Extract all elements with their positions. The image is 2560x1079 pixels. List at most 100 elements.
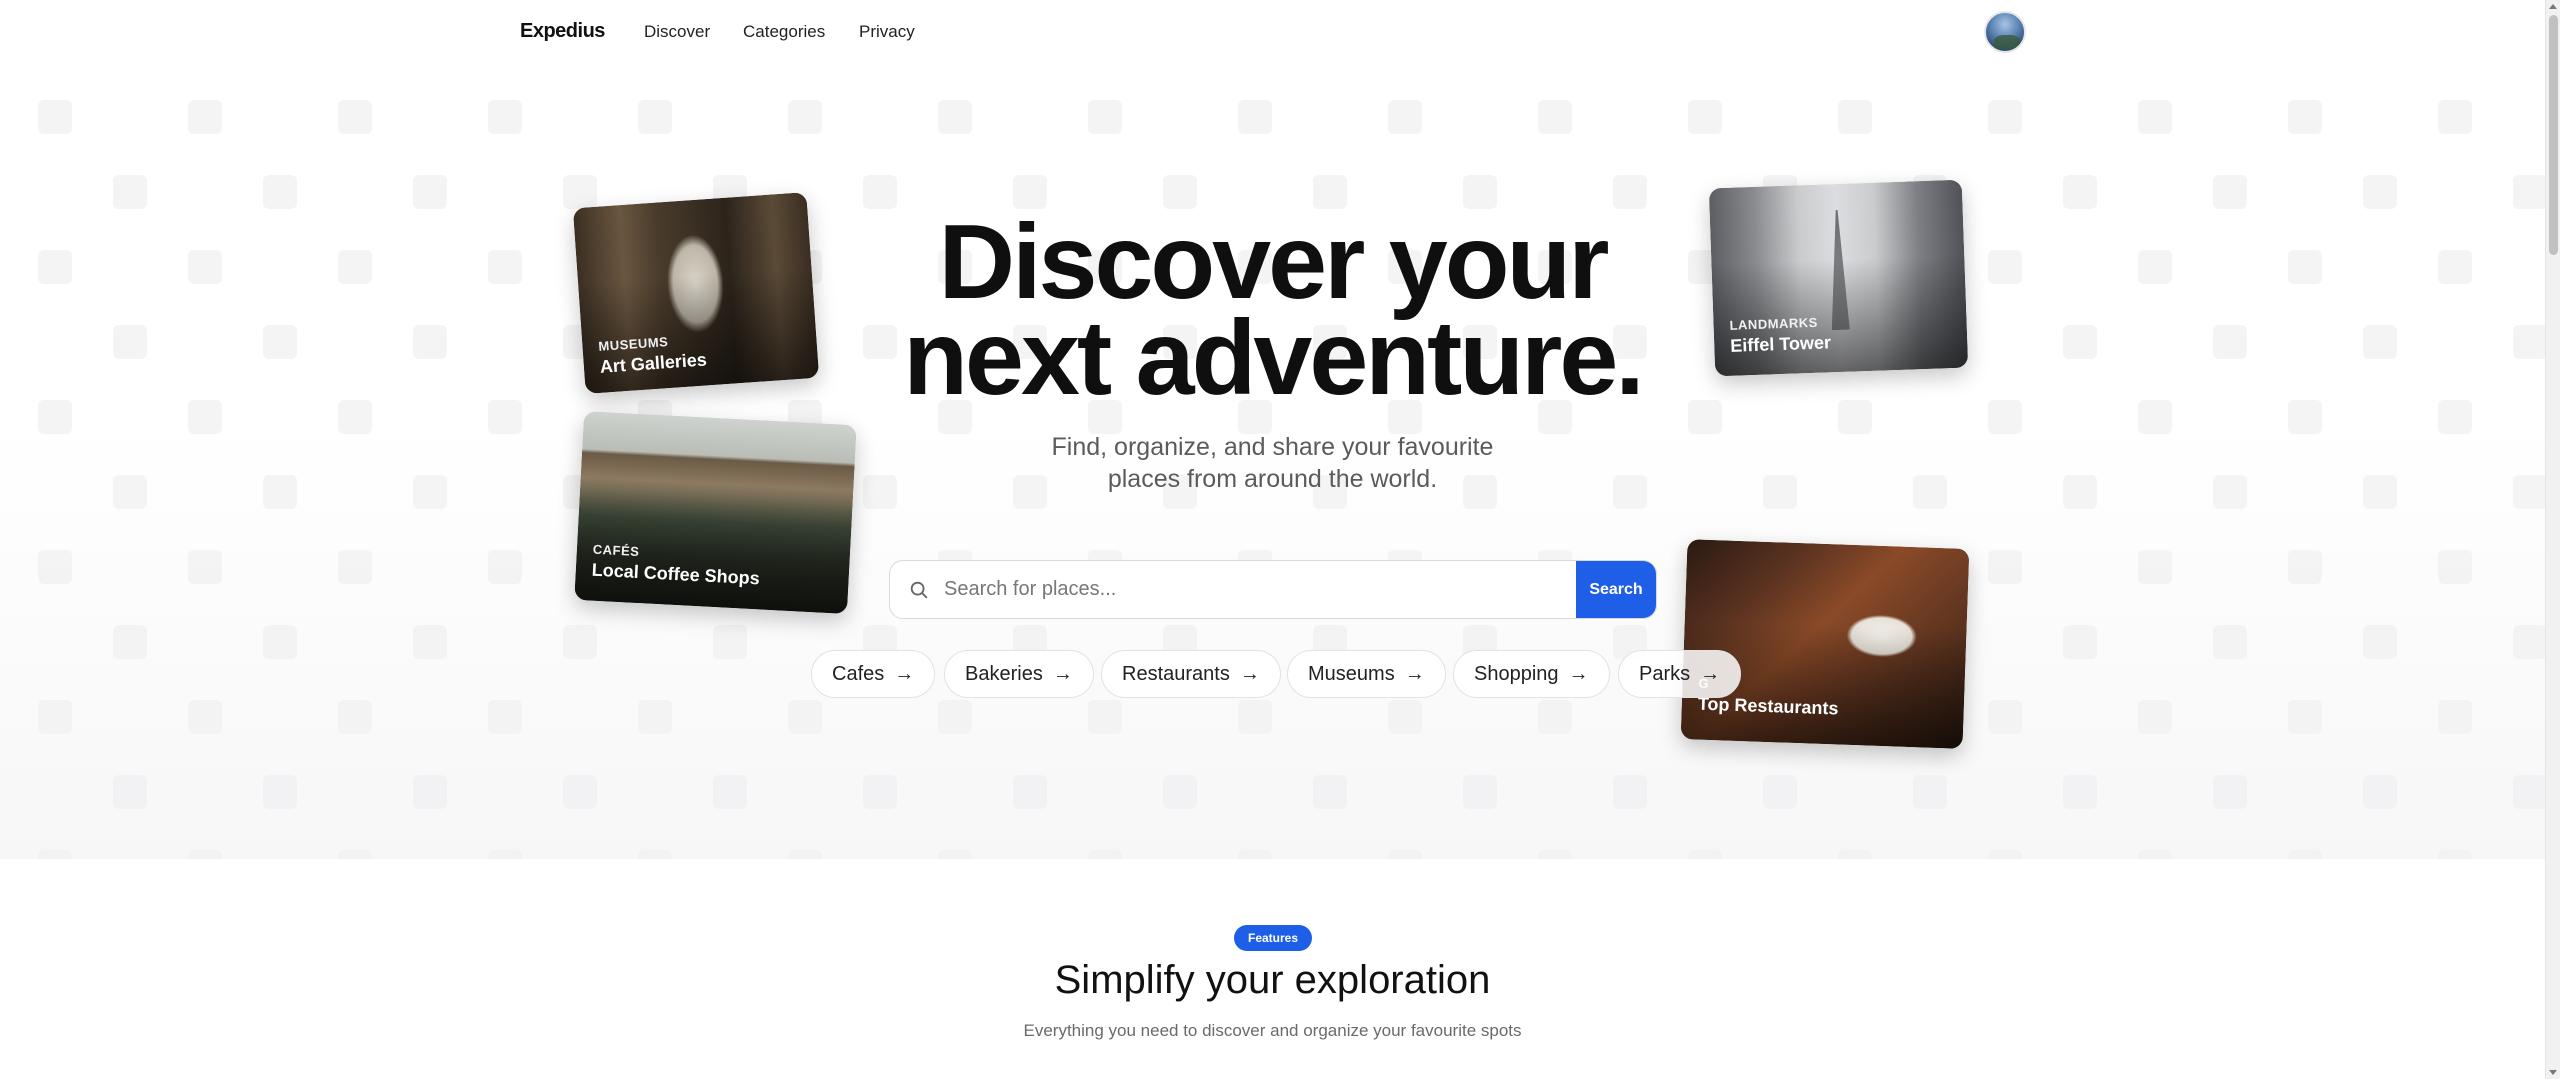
pattern-square xyxy=(713,625,747,659)
card-category: CAFÉS xyxy=(592,541,640,560)
pattern-square xyxy=(2213,775,2247,809)
pattern-square xyxy=(1238,100,1272,134)
pattern-square xyxy=(338,700,372,734)
scroll-down-icon[interactable] xyxy=(2549,1070,2557,1075)
pattern-square xyxy=(2213,175,2247,209)
nav-link-discover[interactable]: Discover xyxy=(644,22,710,42)
pattern-square xyxy=(1763,475,1797,509)
pattern-square xyxy=(2063,175,2097,209)
pattern-square xyxy=(113,625,147,659)
pattern-square xyxy=(2138,550,2172,584)
nav-link-privacy[interactable]: Privacy xyxy=(859,22,915,42)
pattern-square xyxy=(488,700,522,734)
scroll-thumb[interactable] xyxy=(2549,15,2558,255)
pattern-square xyxy=(1163,775,1197,809)
features-subtitle: Everything you need to discover and orga… xyxy=(1023,1021,1522,1040)
pattern-square xyxy=(1613,475,1647,509)
scroll-up-icon[interactable] xyxy=(2549,4,2557,9)
pattern-square xyxy=(2288,550,2322,584)
pattern-square xyxy=(2513,175,2545,209)
card-art-galleries[interactable]: MUSEUMS Art Galleries xyxy=(572,192,820,394)
pattern-square xyxy=(788,850,822,859)
arrow-right-icon: → xyxy=(1700,662,1721,685)
card-eiffel-tower[interactable]: LANDMARKS Eiffel Tower xyxy=(1708,179,1969,377)
pattern-square xyxy=(2138,100,2172,134)
card-top-restaurants[interactable]: G Top Restaurants xyxy=(1680,539,1970,749)
pattern-square xyxy=(488,550,522,584)
pattern-square xyxy=(2138,700,2172,734)
pattern-square xyxy=(188,400,222,434)
pattern-square xyxy=(2363,325,2397,359)
arrow-right-icon: → xyxy=(1568,662,1589,685)
chip-shopping[interactable]: Shopping → xyxy=(1453,650,1610,698)
pattern-square xyxy=(1388,100,1422,134)
pattern-square xyxy=(1388,700,1422,734)
pattern-square xyxy=(1088,100,1122,134)
pattern-square xyxy=(2438,250,2472,284)
card-title: Eiffel Tower xyxy=(1729,332,1832,356)
pattern-square xyxy=(2138,850,2172,859)
pattern-square xyxy=(788,700,822,734)
search-input[interactable] xyxy=(944,561,1464,618)
pattern-square xyxy=(1988,850,2022,859)
pattern-square xyxy=(2213,325,2247,359)
features-title: Simplify your exploration xyxy=(1054,958,1491,1002)
pattern-square xyxy=(188,850,222,859)
pattern-square xyxy=(488,100,522,134)
pattern-square xyxy=(263,475,297,509)
pattern-square xyxy=(413,325,447,359)
pattern-square xyxy=(413,775,447,809)
pattern-square xyxy=(938,850,972,859)
user-avatar[interactable] xyxy=(1984,11,2026,53)
pattern-square xyxy=(1088,850,1122,859)
pattern-square xyxy=(38,850,72,859)
pattern-square xyxy=(113,475,147,509)
search-button[interactable]: Search xyxy=(1576,561,1656,618)
pattern-square xyxy=(2513,325,2545,359)
pattern-square xyxy=(338,850,372,859)
pattern-square xyxy=(113,325,147,359)
arrow-right-icon: → xyxy=(1239,662,1260,685)
card-local-coffee-shops[interactable]: CAFÉS Local Coffee Shops xyxy=(574,410,857,615)
pattern-square xyxy=(1463,775,1497,809)
pattern-square xyxy=(488,850,522,859)
chip-cafes[interactable]: Cafes → xyxy=(811,650,936,698)
pattern-square xyxy=(938,700,972,734)
pattern-square xyxy=(1313,775,1347,809)
top-nav: Expedius Discover Categories Privacy xyxy=(0,0,2545,64)
pattern-square xyxy=(1088,700,1122,734)
nav-link-categories[interactable]: Categories xyxy=(743,22,825,42)
chip-museums[interactable]: Museums → xyxy=(1287,650,1446,698)
arrow-right-icon: → xyxy=(1052,662,1073,685)
pattern-square xyxy=(1538,700,1572,734)
pattern-square xyxy=(2363,175,2397,209)
pattern-square xyxy=(2063,325,2097,359)
card-category: LANDMARKS xyxy=(1729,314,1819,333)
pattern-square xyxy=(1913,775,1947,809)
pattern-square xyxy=(1988,250,2022,284)
chip-parks[interactable]: Parks → xyxy=(1618,650,1742,698)
pattern-square xyxy=(188,550,222,584)
pattern-square xyxy=(1538,850,1572,859)
pattern-square xyxy=(863,775,897,809)
page-scrollbar[interactable] xyxy=(2545,0,2560,1079)
pattern-square xyxy=(38,400,72,434)
pattern-square xyxy=(2513,625,2545,659)
pattern-square xyxy=(2288,850,2322,859)
pattern-square xyxy=(188,700,222,734)
pattern-square xyxy=(38,250,72,284)
pattern-square xyxy=(638,850,672,859)
features-badge: Features xyxy=(1234,925,1313,951)
pattern-square xyxy=(38,100,72,134)
brand-logo[interactable]: Expedius xyxy=(520,20,605,43)
chip-bakeries[interactable]: Bakeries → xyxy=(944,650,1094,698)
pattern-square xyxy=(263,775,297,809)
pattern-square xyxy=(638,700,672,734)
pattern-square xyxy=(338,550,372,584)
pattern-square xyxy=(2213,475,2247,509)
pattern-square xyxy=(863,475,897,509)
chip-restaurants[interactable]: Restaurants → xyxy=(1101,650,1281,698)
pattern-square xyxy=(1238,700,1272,734)
hero-subtitle: Find, organize, and share your favourite… xyxy=(1051,433,1494,493)
pattern-square xyxy=(263,325,297,359)
